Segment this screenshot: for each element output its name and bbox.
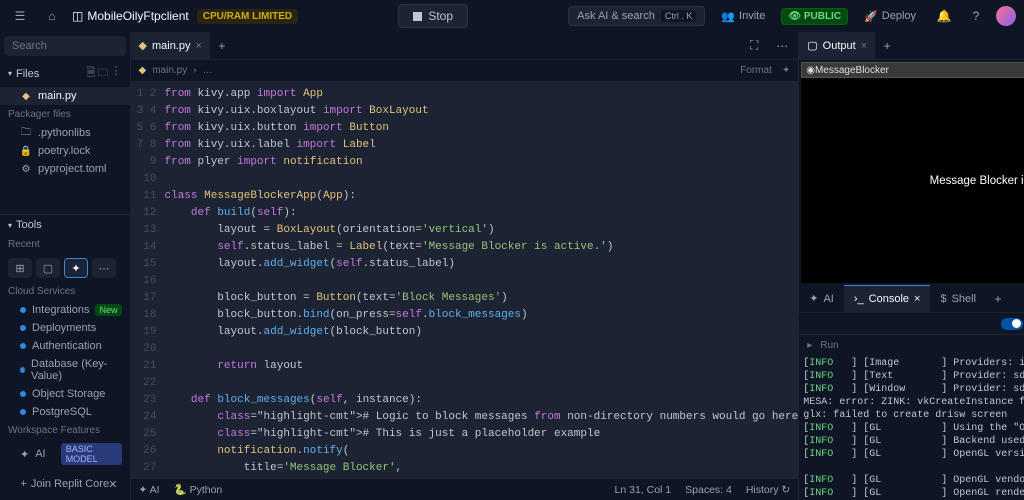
rocket-icon: 🚀	[864, 10, 878, 23]
search-input[interactable]: Search	[4, 36, 126, 56]
format-button[interactable]: Format	[740, 65, 772, 76]
project-name[interactable]: ◫ MobileOilyFtpclient	[72, 9, 189, 23]
status-cursor[interactable]: Ln 31, Col 1	[615, 484, 672, 496]
sidebar: Search ▾ Files 🗎 🗀 ⋮ ◆ main.py Packager …	[0, 32, 131, 500]
stop-button[interactable]: Stop	[398, 4, 468, 28]
app-titlebar: ◉ MessageBlocker	[801, 62, 1024, 78]
top-bar: ☰ ⌂ ◫ MobileOilyFtpclient CPU/RAM LIMITE…	[0, 0, 1024, 32]
eye-icon: 👁	[788, 11, 801, 22]
ai-icon: ✦	[20, 448, 29, 461]
file-pyproject[interactable]: ⚙ pyproject.toml	[0, 160, 130, 178]
tab-ai[interactable]: ✦AI	[799, 285, 844, 313]
chevron-down-icon: ▾	[8, 221, 12, 230]
tool-more[interactable]: ⋯	[92, 258, 116, 278]
workspace-features-label: Workspace Features	[0, 421, 130, 440]
menu-icon[interactable]: ☰	[8, 4, 32, 28]
help-icon[interactable]: ?	[964, 4, 988, 28]
gear-icon: ⚙	[20, 163, 32, 175]
close-icon[interactable]: ×	[861, 40, 867, 52]
code-content[interactable]: from kivy.app import Appfrom kivy.uix.bo…	[165, 82, 799, 478]
tool-all[interactable]: ⊞	[8, 258, 32, 278]
workspace-ai[interactable]: ✦AI BASIC MODEL	[0, 440, 130, 468]
python-file-icon: ◆	[139, 65, 147, 76]
chevron-down-icon: ▾	[8, 69, 12, 78]
shell-icon: $	[940, 293, 946, 305]
output-tab-bar: ▢ Output × + ⛶ ⋯	[799, 32, 1024, 60]
new-tab-button[interactable]: +	[875, 34, 899, 58]
new-file-icon[interactable]: 🗎	[87, 64, 96, 83]
service-postgresql[interactable]: PostgreSQL	[0, 403, 130, 421]
run-label: Run	[820, 340, 838, 351]
plus-icon: +	[20, 478, 26, 490]
tool-preview[interactable]: ▢	[36, 258, 60, 278]
file-pythonlibs[interactable]: 🗀 .pythonlibs	[0, 124, 130, 142]
packager-header: Packager files	[0, 105, 130, 124]
file-main-py[interactable]: ◆ main.py	[0, 87, 130, 105]
breadcrumb: ◆ main.py ›… Format ✦	[131, 60, 799, 82]
stop-icon	[413, 12, 422, 21]
files-header[interactable]: ▾ Files 🗎 🗀 ⋮	[0, 60, 130, 87]
expand-icon[interactable]: ⛶	[742, 34, 766, 58]
kivy-icon: ◉	[806, 65, 815, 76]
new-tab-button[interactable]: +	[986, 287, 1010, 311]
public-badge[interactable]: 👁 PUBLIC	[781, 8, 848, 25]
output-view: ◉ MessageBlocker Message Blocker is acti…	[799, 60, 1024, 285]
tool-ai[interactable]: ✦	[64, 258, 88, 278]
file-poetry-lock[interactable]: 🔒 poetry.lock	[0, 142, 130, 160]
show-only-latest-toggle[interactable]	[1001, 318, 1023, 330]
editor-tab-bar: ◆ main.py × + ⛶ ⋯	[131, 32, 799, 60]
new-folder-icon[interactable]: 🗀	[98, 64, 109, 83]
more-icon[interactable]: ⋮	[111, 64, 122, 83]
status-spaces[interactable]: Spaces: 4	[685, 484, 732, 496]
cloud-services-label: Cloud Services	[0, 282, 130, 301]
python-file-icon: ◆	[20, 90, 32, 102]
tools-header[interactable]: ▾ Tools	[0, 215, 130, 235]
service-authentication[interactable]: Authentication	[0, 337, 130, 355]
lock-icon: 🔒	[20, 145, 32, 157]
console-pane: ✦AI ›_Console× $Shell + ◫ ⛶ ⋯ Show Only …	[799, 285, 1024, 500]
tab-console[interactable]: ›_Console×	[844, 285, 931, 313]
status-ai[interactable]: ✦ AI	[139, 484, 160, 496]
close-icon[interactable]: ×	[196, 40, 202, 52]
user-plus-icon: 👥	[721, 10, 735, 23]
tab-more-icon[interactable]: ⋯	[770, 34, 794, 58]
tab-shell[interactable]: $Shell	[930, 285, 986, 313]
tab-output[interactable]: ▢ Output ×	[799, 32, 875, 60]
ask-ai-search[interactable]: Ask AI & search Ctrl . K	[568, 6, 705, 26]
ai-button[interactable]: ✦	[782, 65, 790, 76]
join-replit-core-button[interactable]: + Join Replit Core ✕	[4, 472, 126, 496]
deploy-button[interactable]: 🚀 Deploy	[856, 7, 924, 26]
close-icon[interactable]: ×	[914, 293, 920, 305]
close-icon[interactable]: ✕	[108, 478, 117, 491]
status-bar: ✦ AI 🐍 Python Ln 31, Col 1 Spaces: 4 His…	[131, 478, 799, 500]
status-history[interactable]: History ↻	[746, 484, 790, 496]
service-integrations[interactable]: IntegrationsNew	[0, 301, 130, 319]
new-tab-button[interactable]: +	[210, 34, 234, 58]
app-canvas[interactable]: Message Blocker is active.	[801, 78, 1024, 283]
status-lang[interactable]: 🐍 Python	[174, 483, 223, 496]
service-object-storage[interactable]: Object Storage	[0, 385, 130, 403]
invite-button[interactable]: 👥 Invite	[713, 7, 773, 26]
console-log[interactable]: [INFO ] [Image ] Providers: img_tex, img…	[799, 355, 1024, 500]
service-deployments[interactable]: Deployments	[0, 319, 130, 337]
recent-label: Recent	[0, 235, 130, 254]
console-icon: ›_	[854, 293, 864, 305]
code-editor[interactable]: 1 2 3 4 5 6 7 8 9 10 11 12 13 14 15 16 1…	[131, 82, 799, 478]
home-icon[interactable]: ⌂	[40, 4, 64, 28]
editor-pane: ◆ main.py × + ⛶ ⋯ ◆ main.py ›… Format ✦	[131, 32, 799, 500]
tab-main-py[interactable]: ◆ main.py ×	[131, 32, 210, 60]
monitor-icon: ▢	[807, 39, 817, 52]
line-gutter: 1 2 3 4 5 6 7 8 9 10 11 12 13 14 15 16 1…	[131, 82, 165, 478]
python-file-icon: ◆	[139, 39, 147, 52]
cube-icon: ◫	[72, 9, 83, 23]
bell-icon[interactable]: 🔔	[932, 4, 956, 28]
service-database[interactable]: Database (Key-Value)	[0, 355, 130, 385]
cpu-ram-badge[interactable]: CPU/RAM LIMITED	[197, 9, 298, 24]
avatar[interactable]	[996, 6, 1016, 26]
folder-icon: 🗀	[20, 127, 32, 139]
ai-icon: ✦	[809, 292, 818, 305]
